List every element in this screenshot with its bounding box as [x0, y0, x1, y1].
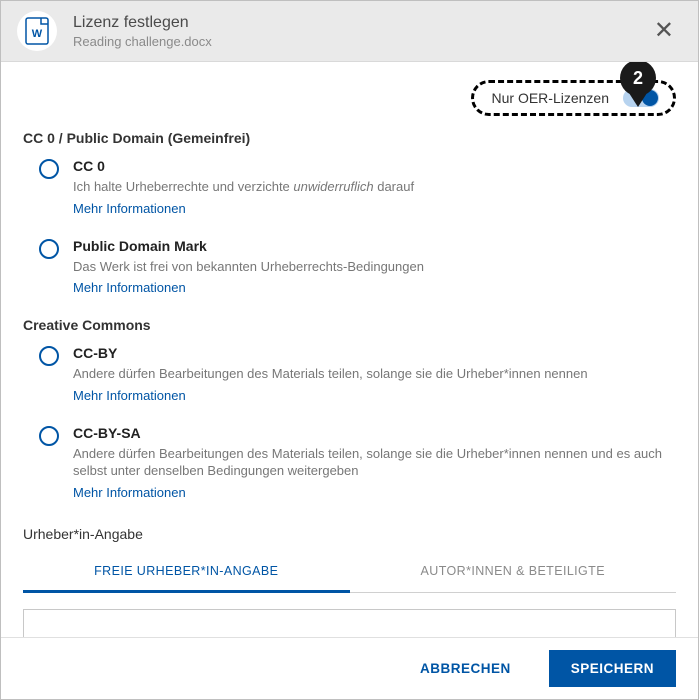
dialog-subtitle: Reading challenge.docx — [73, 34, 646, 49]
word-doc-icon: W — [17, 11, 57, 51]
close-icon[interactable]: ✕ — [646, 15, 682, 47]
tab-authors-contributors[interactable]: AUTOR*INNEN & BETEILIGTE — [350, 552, 677, 592]
option-label: CC-BY — [73, 345, 676, 361]
license-option-pdm[interactable]: Public Domain Mark Das Werk ist frei von… — [39, 238, 676, 308]
dialog-body: 2 Nur OER-Lizenzen CC 0 / Public Domain … — [1, 62, 698, 637]
tab-free-author[interactable]: FREIE URHEBER*IN-ANGABE — [23, 552, 350, 593]
dialog-footer: ABBRECHEN SPEICHERN — [1, 637, 698, 699]
option-label: CC 0 — [73, 158, 676, 174]
cancel-button[interactable]: ABBRECHEN — [398, 650, 533, 687]
option-body: CC 0 Ich halte Urheberrechte und verzich… — [73, 158, 676, 228]
option-description: Andere dürfen Bearbeitungen des Material… — [73, 365, 676, 383]
author-section-title: Urheber*in-Angabe — [23, 526, 676, 542]
license-group-title: CC 0 / Public Domain (Gemeinfrei) — [23, 130, 676, 146]
oer-toggle-row: Nur OER-Lizenzen — [23, 80, 676, 116]
more-info-link[interactable]: Mehr Informationen — [73, 201, 186, 216]
author-tabs: FREIE URHEBER*IN-ANGABE AUTOR*INNEN & BE… — [23, 552, 676, 593]
option-description: Andere dürfen Bearbeitungen des Material… — [73, 445, 676, 480]
step-callout: 2 — [620, 62, 656, 96]
radio-icon[interactable] — [39, 426, 59, 446]
dialog-header: W Lizenz festlegen Reading challenge.doc… — [1, 1, 698, 62]
radio-icon[interactable] — [39, 239, 59, 259]
author-input[interactable] — [23, 609, 676, 637]
svg-text:W: W — [32, 28, 43, 40]
callout-balloon: 2 — [620, 62, 656, 96]
radio-icon[interactable] — [39, 346, 59, 366]
dialog-title: Lizenz festlegen — [73, 14, 646, 32]
callout-number: 2 — [633, 68, 643, 89]
more-info-link[interactable]: Mehr Informationen — [73, 280, 186, 295]
license-option-ccbysa[interactable]: CC-BY-SA Andere dürfen Bearbeitungen des… — [39, 425, 676, 512]
license-option-ccby[interactable]: CC-BY Andere dürfen Bearbeitungen des Ma… — [39, 345, 676, 415]
more-info-link[interactable]: Mehr Informationen — [73, 485, 186, 500]
option-description: Ich halte Urheberrechte und verzichte un… — [73, 178, 676, 196]
oer-toggle-label: Nur OER-Lizenzen — [492, 90, 610, 106]
option-description: Das Werk ist frei von bekannten Urheberr… — [73, 258, 676, 276]
license-group-title: Creative Commons — [23, 317, 676, 333]
license-dialog: W Lizenz festlegen Reading challenge.doc… — [0, 0, 699, 700]
more-info-link[interactable]: Mehr Informationen — [73, 388, 186, 403]
license-option-cc0[interactable]: CC 0 Ich halte Urheberrechte und verzich… — [39, 158, 676, 228]
option-body: Public Domain Mark Das Werk ist frei von… — [73, 238, 676, 308]
option-label: CC-BY-SA — [73, 425, 676, 441]
option-body: CC-BY Andere dürfen Bearbeitungen des Ma… — [73, 345, 676, 415]
option-label: Public Domain Mark — [73, 238, 676, 254]
header-text: Lizenz festlegen Reading challenge.docx — [73, 14, 646, 49]
radio-icon[interactable] — [39, 159, 59, 179]
option-body: CC-BY-SA Andere dürfen Bearbeitungen des… — [73, 425, 676, 512]
save-button[interactable]: SPEICHERN — [549, 650, 676, 687]
